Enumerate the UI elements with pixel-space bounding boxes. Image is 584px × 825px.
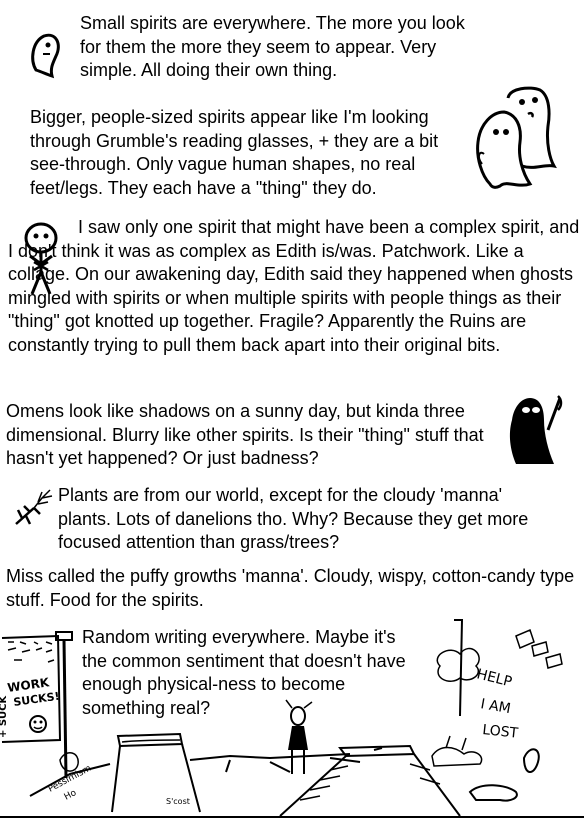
pessimism-scribble-2: Ho [63,788,79,803]
help-text: HELP [475,666,513,690]
dandelion-drawing [15,489,53,525]
help-sign-drawing: HELP I AM LOST [431,619,563,802]
stone-scribble: S'cost [166,797,190,806]
manna-note: Miss called the puffy growths 'manna'. C… [6,566,575,610]
graffiti-suck-text: + SUCK [0,694,9,738]
journal-page: Small spirits are everywhere. The more y… [0,0,584,825]
small-spirits-note: Small spirits are everywhere. The more y… [80,13,465,81]
bigger-spirits-note: Bigger, people-sized spirits appear like… [30,107,439,198]
lost-text: LOST [482,722,520,742]
plants-note: Plants are from our world, except for th… [58,485,529,553]
page-bottom-rule [0,816,584,818]
complex-spirit-note: I saw only one spirit that might have be… [8,217,580,355]
omens-note: Omens look like shadows on a sunny day, … [6,401,484,469]
omen-drawing [509,395,563,464]
small-spirit-drawing [31,33,60,79]
i-am-text: I AM [479,696,512,717]
people-sized-spirits-drawing [476,86,557,189]
